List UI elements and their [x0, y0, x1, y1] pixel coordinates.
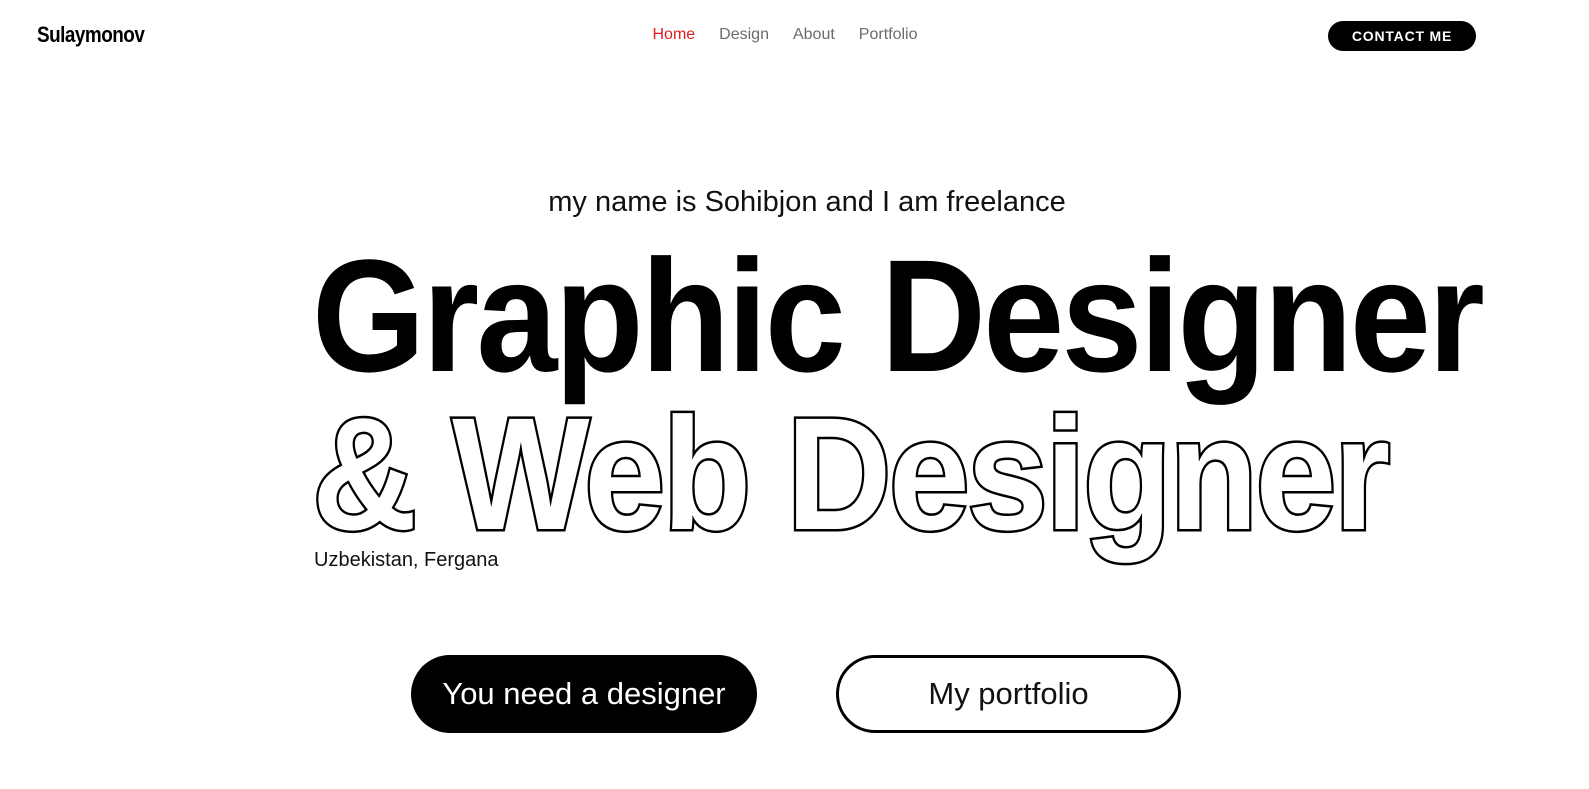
- headline-graphic-designer: Graphic Designer: [312, 226, 1485, 405]
- headline-web-designer: & Web Designer: [310, 384, 1393, 563]
- nav-link-portfolio[interactable]: Portfolio: [859, 26, 918, 44]
- contact-me-button[interactable]: CONTACT ME: [1328, 21, 1476, 51]
- nav-link-about[interactable]: About: [793, 26, 835, 44]
- nav-link-design[interactable]: Design: [719, 26, 769, 44]
- my-portfolio-button[interactable]: My portfolio: [836, 655, 1181, 733]
- location-text: Uzbekistan, Fergana: [314, 549, 499, 571]
- hero-intro: my name is Sohibjon and I am freelance: [548, 186, 1066, 218]
- hire-designer-button[interactable]: You need a designer: [411, 655, 757, 733]
- nav-link-home[interactable]: Home: [652, 26, 695, 44]
